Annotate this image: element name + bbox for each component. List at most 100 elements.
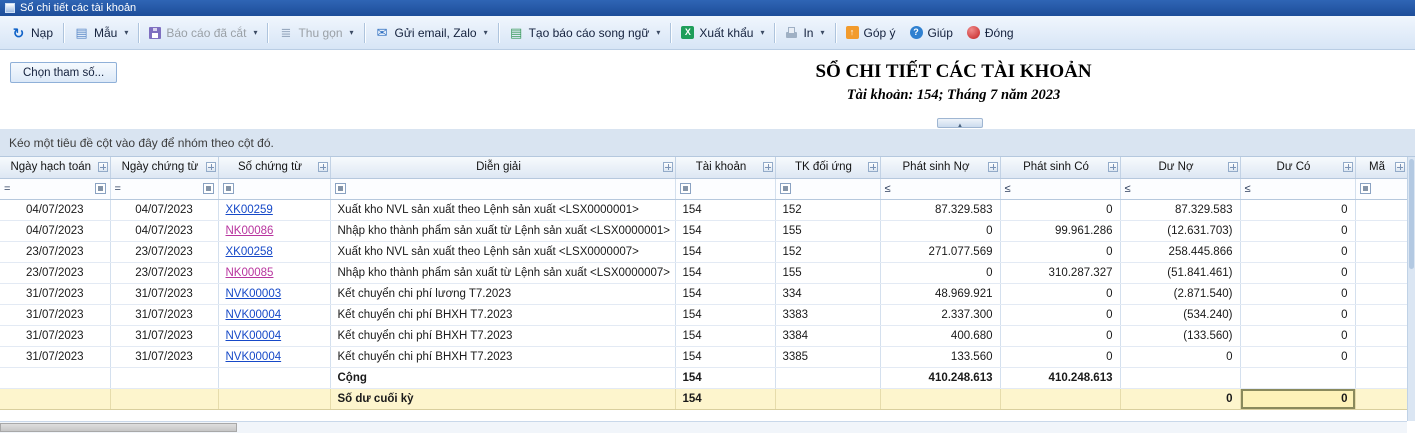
cell-du-no: 258.445.866 — [1120, 241, 1240, 262]
table-row[interactable]: 23/07/202323/07/2023XK00258Xuất kho NVL … — [0, 241, 1407, 262]
column-pin-icon[interactable] — [663, 162, 673, 172]
cell-tai-khoan: 154 — [675, 346, 775, 367]
document-link[interactable]: NVK00004 — [226, 309, 282, 321]
filter-edit-icon[interactable] — [1360, 183, 1371, 194]
toolbar-button-in[interactable]: In — [778, 20, 831, 46]
cell-du-no: 87.329.583 — [1120, 199, 1240, 220]
filter-operator[interactable]: = — [4, 183, 10, 195]
toolbar-button-gop-y[interactable]: Góp ý — [839, 20, 903, 46]
filter-edit-icon[interactable] — [223, 183, 234, 194]
column-header-so-chung-tu[interactable]: Số chứng từ — [218, 157, 330, 178]
toolbar-button-tao-bao-cao-song-ngu[interactable]: Tạo báo cáo song ngữ — [502, 20, 668, 46]
table-row[interactable]: 31/07/202331/07/2023NVK00003Kết chuyển c… — [0, 283, 1407, 304]
column-pin-icon[interactable] — [868, 162, 878, 172]
filter-edit-icon[interactable] — [780, 183, 791, 194]
filter-operator[interactable]: ≤ — [1245, 183, 1251, 195]
column-header-label: Ngày chứng từ — [122, 161, 199, 173]
vertical-scrollbar-thumb[interactable] — [1409, 159, 1414, 269]
group-by-panel[interactable]: Kéo một tiêu đề cột vào đây để nhóm theo… — [0, 129, 1415, 157]
toolbar-button-dong[interactable]: Đóng — [960, 20, 1021, 46]
selected-cell[interactable]: 0 — [1240, 388, 1355, 409]
column-header-tai-khoan[interactable]: Tài khoản — [675, 157, 775, 178]
table-row[interactable]: 31/07/202331/07/2023NVK00004Kết chuyển c… — [0, 346, 1407, 367]
filter-operator[interactable]: ≤ — [1125, 183, 1131, 195]
cell-ma — [1355, 304, 1407, 325]
toolbar-button-xuat-khau[interactable]: Xuất khẩu — [674, 20, 771, 46]
document-link[interactable]: NK00085 — [226, 267, 274, 279]
column-header-dien-giai[interactable]: Diễn giải — [330, 157, 675, 178]
table-row[interactable]: 23/07/202323/07/2023NK00085Nhập kho thàn… — [0, 262, 1407, 283]
column-pin-icon[interactable] — [1108, 162, 1118, 172]
application-window: Sổ chi tiết các tài khoản NạpMẫuBáo cáo … — [0, 0, 1415, 433]
column-pin-icon[interactable] — [98, 162, 108, 172]
column-pin-icon[interactable] — [1343, 162, 1353, 172]
filter-operator[interactable]: ≤ — [1005, 183, 1011, 195]
horizontal-scrollbar-thumb[interactable] — [0, 423, 237, 432]
column-header-ngay-hach-toan[interactable]: Ngày hạch toán — [0, 157, 110, 178]
filter-edit-icon[interactable] — [95, 183, 106, 194]
filter-operator[interactable]: = — [115, 183, 121, 195]
filter-operator[interactable]: ≤ — [885, 183, 891, 195]
closing-balance-row[interactable]: Số dư cuối kỳ15400 — [0, 388, 1407, 409]
cell-phat-sinh-no: 133.560 — [880, 346, 1000, 367]
document-link[interactable]: NK00086 — [226, 225, 274, 237]
total-row[interactable]: Cộng154410.248.613410.248.613 — [0, 367, 1407, 388]
document-link[interactable]: NVK00003 — [226, 288, 282, 300]
filter-cell-phat-sinh-co[interactable]: ≤ — [1000, 178, 1120, 199]
column-header-du-co[interactable]: Dư Có — [1240, 157, 1355, 178]
cell-du-co: 0 — [1240, 283, 1355, 304]
column-pin-icon[interactable] — [1395, 162, 1405, 172]
column-pin-icon[interactable] — [988, 162, 998, 172]
column-pin-icon[interactable] — [1228, 162, 1238, 172]
toolbar-button-nap[interactable]: Nạp — [4, 20, 60, 46]
column-header-label: Số chứng từ — [238, 161, 302, 173]
document-link[interactable]: NVK00004 — [226, 351, 282, 363]
toolbar-button-giup[interactable]: Giúp — [903, 20, 960, 46]
filter-cell-du-no[interactable]: ≤ — [1120, 178, 1240, 199]
horizontal-scrollbar[interactable] — [0, 421, 1407, 433]
filter-cell-ngay-chung-tu[interactable]: = — [110, 178, 218, 199]
column-header-label: Phát sinh Nợ — [903, 161, 970, 173]
cell-du-no: 0 — [1120, 346, 1240, 367]
vertical-scrollbar[interactable] — [1407, 157, 1415, 421]
column-header-ngay-chung-tu[interactable]: Ngày chứng từ — [110, 157, 218, 178]
column-header-phat-sinh-no[interactable]: Phát sinh Nợ — [880, 157, 1000, 178]
group-by-hint: Kéo một tiêu đề cột vào đây để nhóm theo… — [9, 136, 274, 150]
filter-edit-icon[interactable] — [203, 183, 214, 194]
cell-tk-doi-ung: 152 — [775, 241, 880, 262]
filter-cell-ngay-hach-toan[interactable]: = — [0, 178, 110, 199]
cell-du-co: 0 — [1240, 220, 1355, 241]
table-row[interactable]: 31/07/202331/07/2023NVK00004Kết chuyển c… — [0, 304, 1407, 325]
column-header-du-no[interactable]: Dư Nợ — [1120, 157, 1240, 178]
filter-cell-dien-giai[interactable] — [330, 178, 675, 199]
column-header-phat-sinh-co[interactable]: Phát sinh Có — [1000, 157, 1120, 178]
toolbar-button-bao-cao-da-cat[interactable]: Báo cáo đã cắt — [142, 20, 264, 46]
filter-cell-tk-doi-ung[interactable] — [775, 178, 880, 199]
table-row[interactable]: 04/07/202304/07/2023XK00259Xuất kho NVL … — [0, 199, 1407, 220]
column-pin-icon[interactable] — [318, 162, 328, 172]
choose-params-button[interactable]: Chọn tham số... — [10, 62, 117, 83]
toolbar-button-mau[interactable]: Mẫu — [67, 20, 135, 46]
filter-cell-phat-sinh-no[interactable]: ≤ — [880, 178, 1000, 199]
toolbar-button-thu-gon[interactable]: Thu gọn — [271, 20, 360, 46]
filter-cell-ma[interactable] — [1355, 178, 1407, 199]
collapse-header-button[interactable] — [937, 118, 983, 128]
cell-dien-giai: Kết chuyển chi phí BHXH T7.2023 — [330, 325, 675, 346]
filter-edit-icon[interactable] — [335, 183, 346, 194]
document-link[interactable]: NVK00004 — [226, 330, 282, 342]
table-row[interactable]: 31/07/202331/07/2023NVK00004Kết chuyển c… — [0, 325, 1407, 346]
column-pin-icon[interactable] — [206, 162, 216, 172]
window-icon — [5, 3, 15, 13]
toolbar-button-gui-email-zalo[interactable]: Gửi email, Zalo — [368, 20, 495, 46]
filter-cell-so-chung-tu[interactable] — [218, 178, 330, 199]
close-icon — [967, 26, 980, 39]
document-link[interactable]: XK00258 — [226, 246, 273, 258]
column-header-ma[interactable]: Mã — [1355, 157, 1407, 178]
filter-cell-du-co[interactable]: ≤ — [1240, 178, 1355, 199]
table-row[interactable]: 04/07/202304/07/2023NK00086Nhập kho thàn… — [0, 220, 1407, 241]
filter-cell-tai-khoan[interactable] — [675, 178, 775, 199]
column-pin-icon[interactable] — [763, 162, 773, 172]
filter-edit-icon[interactable] — [680, 183, 691, 194]
column-header-tk-doi-ung[interactable]: TK đối ứng — [775, 157, 880, 178]
document-link[interactable]: XK00259 — [226, 204, 273, 216]
